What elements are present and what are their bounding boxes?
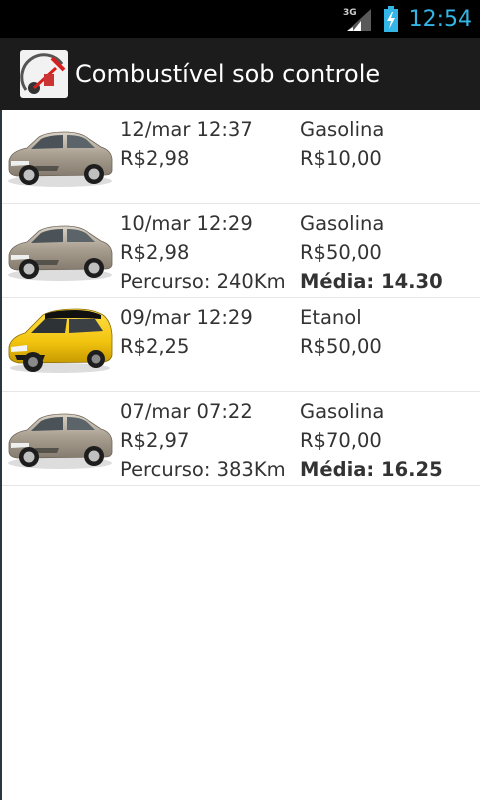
entry-route: Percurso: 240Km: [120, 270, 286, 293]
entry-fuel: Gasolina: [300, 118, 385, 141]
entry-price: R$2,98: [120, 241, 190, 264]
list-item[interactable]: 12/mar 12:37 R$2,98 Gasolina R$10,00: [2, 110, 480, 204]
entry-price: R$2,25: [120, 335, 190, 358]
entry-amount: R$50,00: [300, 241, 382, 264]
action-bar: Combustível sob controle: [0, 38, 480, 110]
status-icons: 3G 12:54: [343, 0, 472, 38]
entry-amount: R$70,00: [300, 429, 382, 452]
battery-charging-icon: [383, 6, 398, 32]
entry-datetime: 07/mar 07:22: [120, 400, 253, 423]
silver-sedan-icon: [5, 403, 115, 473]
app-title: Combustível sob controle: [75, 60, 381, 88]
silver-sedan-icon: [5, 121, 115, 191]
entry-fuel: Etanol: [300, 306, 362, 329]
list-item[interactable]: 07/mar 07:22 R$2,97 Percurso: 383Km Gaso…: [2, 392, 480, 486]
list-item[interactable]: 09/mar 12:29 R$2,25 Etanol R$50,00: [2, 298, 480, 392]
entry-average: Média: 16.25: [300, 458, 443, 481]
entry-price: R$2,98: [120, 147, 190, 170]
entry-datetime: 09/mar 12:29: [120, 306, 253, 329]
entry-fuel: Gasolina: [300, 212, 385, 235]
entry-route: Percurso: 383Km: [120, 458, 286, 481]
entry-price: R$2,97: [120, 429, 190, 452]
status-bar: 3G 12:54: [0, 0, 480, 38]
signal-3g-icon: 3G: [343, 8, 371, 31]
entry-datetime: 12/mar 12:37: [120, 118, 253, 141]
entry-fuel: Gasolina: [300, 400, 385, 423]
refuel-list[interactable]: 12/mar 12:37 R$2,98 Gasolina R$10,00 10/…: [0, 110, 480, 800]
fuel-gauge-app-icon[interactable]: [20, 50, 68, 98]
entry-datetime: 10/mar 12:29: [120, 212, 253, 235]
entry-average: Média: 14.30: [300, 270, 443, 293]
entry-amount: R$50,00: [300, 335, 382, 358]
network-type-label: 3G: [343, 8, 357, 18]
clock: 12:54: [408, 6, 472, 32]
entry-amount: R$10,00: [300, 147, 382, 170]
list-item[interactable]: 10/mar 12:29 R$2,98 Percurso: 240Km Gaso…: [2, 204, 480, 298]
silver-sedan-icon: [5, 215, 115, 285]
yellow-hatchback-icon: [5, 305, 115, 375]
